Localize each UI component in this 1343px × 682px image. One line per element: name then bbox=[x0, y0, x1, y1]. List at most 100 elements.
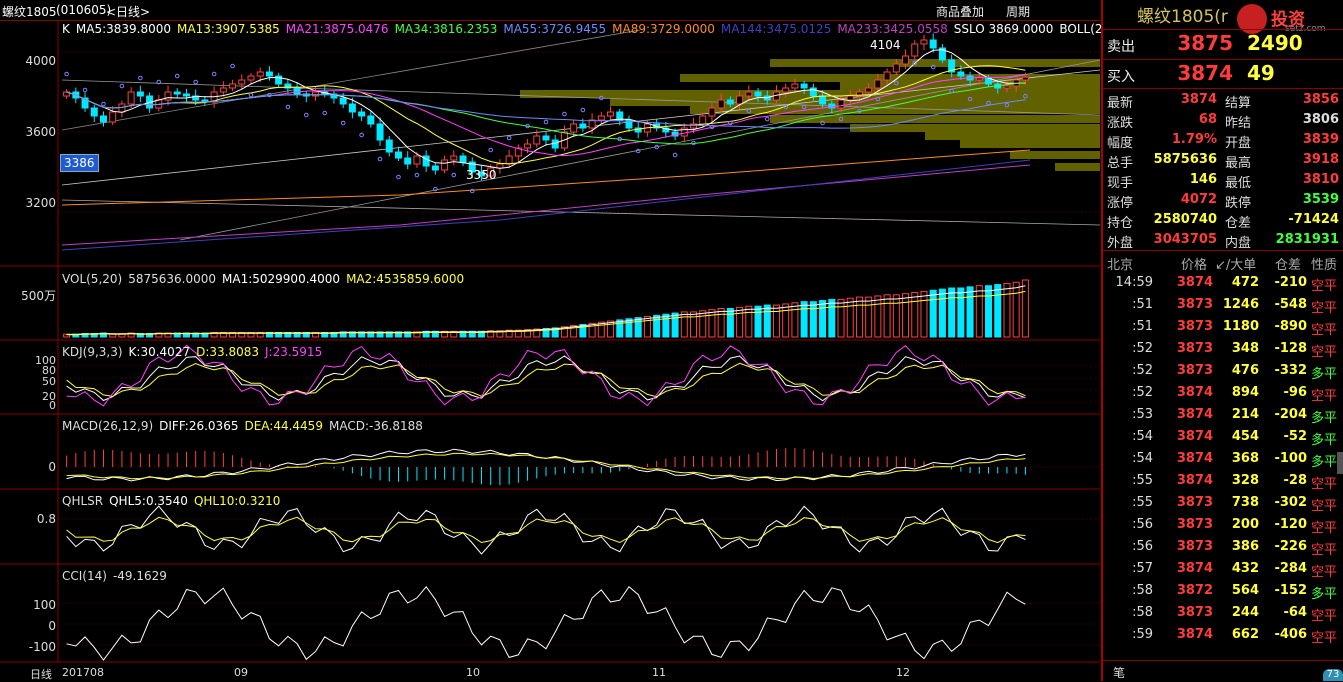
qhlsr-indicator-item: QHL5:0.3540 bbox=[109, 494, 188, 508]
tick-row[interactable]: :55 3873 738 -302 空平 bbox=[1103, 492, 1343, 514]
tick-time: :52 bbox=[1132, 363, 1153, 378]
bid-row[interactable]: 买入 3874 49 bbox=[1103, 60, 1343, 88]
tick-row[interactable]: :56 3873 386 -226 空平 bbox=[1103, 536, 1343, 558]
quote-stat-row: 总手 5875636 最高 3918 bbox=[1103, 150, 1343, 171]
volume-bar bbox=[736, 306, 744, 338]
tick-nature: 空平 bbox=[1311, 543, 1338, 558]
tick-header-price: 价格 bbox=[1181, 258, 1208, 273]
period-label[interactable]: <日线> bbox=[106, 3, 150, 20]
high-annotation: 4104 bbox=[870, 38, 901, 52]
tick-row[interactable]: :52 3873 348 -128 空平 bbox=[1103, 338, 1343, 360]
tick-volume: 472 bbox=[1231, 275, 1259, 290]
kdj-axis-label: 50 bbox=[42, 375, 56, 388]
stat-value: 2831931 bbox=[1275, 232, 1339, 247]
main-indicator-item: MA144:3475.0125 bbox=[720, 22, 832, 36]
kdj-indicator-item: KDJ(9,3,3) bbox=[62, 345, 123, 359]
kdj-axis-label: 0 bbox=[49, 399, 56, 412]
candle-body bbox=[238, 79, 246, 85]
cci-axis-label: 0 bbox=[48, 619, 56, 633]
candle-body bbox=[348, 103, 356, 113]
volume-bar bbox=[708, 309, 716, 338]
tick-row[interactable]: :59 3874 662 -406 空平 bbox=[1103, 624, 1343, 646]
main-indicator-item: MA21:3875.0476 bbox=[285, 22, 389, 36]
tick-row[interactable]: :53 3874 214 -204 多平 bbox=[1103, 404, 1343, 426]
sar-dot bbox=[285, 104, 291, 110]
quote-stat-row: 最新 3874 结算 3856 bbox=[1103, 90, 1343, 111]
tick-volume: 386 bbox=[1231, 539, 1259, 554]
sar-dot bbox=[304, 112, 309, 118]
bid-label: 买入 bbox=[1107, 69, 1135, 85]
tick-volume: 1246 bbox=[1222, 297, 1259, 312]
sar-dot bbox=[414, 172, 420, 178]
main-indicator-item: MA233:3425.0558 bbox=[837, 22, 948, 36]
kline-chart-area[interactable]: 螺纹1805 (010605) <日线> 商品叠加 周期 K MA5:3839.8… bbox=[0, 0, 1190, 682]
stat-value: 3810 bbox=[1302, 172, 1339, 187]
tick-time: :55 bbox=[1132, 473, 1153, 488]
candle-body bbox=[846, 95, 854, 101]
volume-bar bbox=[745, 305, 753, 338]
kdj-indicator-item: J:23.5915 bbox=[265, 345, 323, 359]
x-axis-period[interactable]: 日线 bbox=[30, 666, 52, 682]
tick-row[interactable]: :51 3873 1180 -890 空平 bbox=[1103, 316, 1343, 338]
tick-price: 3873 bbox=[1176, 495, 1213, 510]
commodity-overlay-menu[interactable]: 商品叠加 bbox=[936, 3, 984, 20]
tick-scrollbar[interactable] bbox=[1337, 452, 1343, 474]
volume-profile-bar bbox=[925, 132, 1100, 140]
main-indicator-item: K bbox=[62, 22, 70, 36]
tick-oi-change: -152 bbox=[1274, 583, 1307, 598]
candle-body bbox=[376, 123, 384, 141]
sar-dot bbox=[64, 71, 69, 77]
volume-bar bbox=[607, 320, 615, 338]
tick-oi-change: -332 bbox=[1274, 363, 1307, 378]
tick-nature: 多平 bbox=[1311, 433, 1338, 448]
tab-ticks[interactable]: 笔 bbox=[1113, 664, 1125, 681]
x-axis-label: 10 bbox=[466, 666, 480, 679]
volume-bar bbox=[726, 308, 734, 338]
tick-header-volume: ↙/大单 bbox=[1215, 258, 1257, 273]
tick-row[interactable]: :56 3873 200 -120 空平 bbox=[1103, 514, 1343, 536]
price-axis-label: 3600 bbox=[25, 125, 56, 139]
candle-body bbox=[173, 91, 181, 95]
period-menu[interactable]: 周期 bbox=[1006, 3, 1030, 20]
tick-nature: 空平 bbox=[1311, 631, 1338, 646]
tick-row[interactable]: :58 3873 244 -64 空平 bbox=[1103, 602, 1343, 624]
tick-oi-change: -204 bbox=[1274, 407, 1307, 422]
tick-row[interactable]: :55 3874 328 -28 空平 bbox=[1103, 470, 1343, 492]
main-indicator-item: MA89:3729.0000 bbox=[612, 22, 715, 36]
tick-row[interactable]: :57 3874 432 -284 空平 bbox=[1103, 558, 1343, 580]
volume-bar bbox=[892, 294, 900, 338]
volume-bar bbox=[1003, 282, 1011, 338]
stat-label: 总手 bbox=[1107, 156, 1134, 171]
main-indicator-item: MA34:3816.2353 bbox=[394, 22, 498, 36]
stat-label: 外盘 bbox=[1107, 236, 1134, 251]
volume-bar bbox=[690, 311, 698, 338]
sar-dot bbox=[359, 132, 364, 138]
tick-row[interactable]: :52 3873 476 -332 多平 bbox=[1103, 360, 1343, 382]
ask-label: 卖出 bbox=[1107, 39, 1135, 55]
quote-stat-row: 外盘 3043705 内盘 2831931 bbox=[1103, 230, 1343, 251]
contract-code: (010605) bbox=[56, 3, 112, 17]
tick-row[interactable]: :52 3874 894 -96 空平 bbox=[1103, 382, 1343, 404]
volume-indicator-item: VOL(5,20) bbox=[62, 272, 123, 286]
tick-row[interactable]: 14:59 3874 472 -210 空平 bbox=[1103, 272, 1343, 294]
notification-badge[interactable]: 73 bbox=[1323, 669, 1343, 681]
stat-label: 涨停 bbox=[1107, 196, 1134, 211]
sar-dot bbox=[248, 92, 254, 98]
sar-dot bbox=[451, 172, 457, 178]
stat-value: 3806 bbox=[1302, 112, 1339, 127]
tick-oi-change: -406 bbox=[1274, 627, 1307, 642]
ask-row[interactable]: 卖出 3875 2490 bbox=[1103, 30, 1343, 58]
candle-body bbox=[90, 107, 98, 117]
tick-row[interactable]: :54 3874 368 -100 多平 bbox=[1103, 448, 1343, 470]
sar-dot bbox=[101, 101, 106, 107]
candle-body bbox=[726, 99, 734, 105]
stat-label: 现手 bbox=[1107, 176, 1134, 191]
low-annotation: 3350 bbox=[466, 168, 497, 182]
tick-row[interactable]: :51 3873 1246 -548 空平 bbox=[1103, 294, 1343, 316]
tick-price: 3873 bbox=[1176, 517, 1213, 532]
tick-row[interactable]: :54 3874 454 -52 多平 bbox=[1103, 426, 1343, 448]
volume-bar bbox=[662, 313, 670, 338]
tick-oi-change: -302 bbox=[1274, 495, 1307, 510]
tick-row[interactable]: :58 3872 564 -152 多平 bbox=[1103, 580, 1343, 602]
tick-nature: 空平 bbox=[1311, 499, 1338, 514]
